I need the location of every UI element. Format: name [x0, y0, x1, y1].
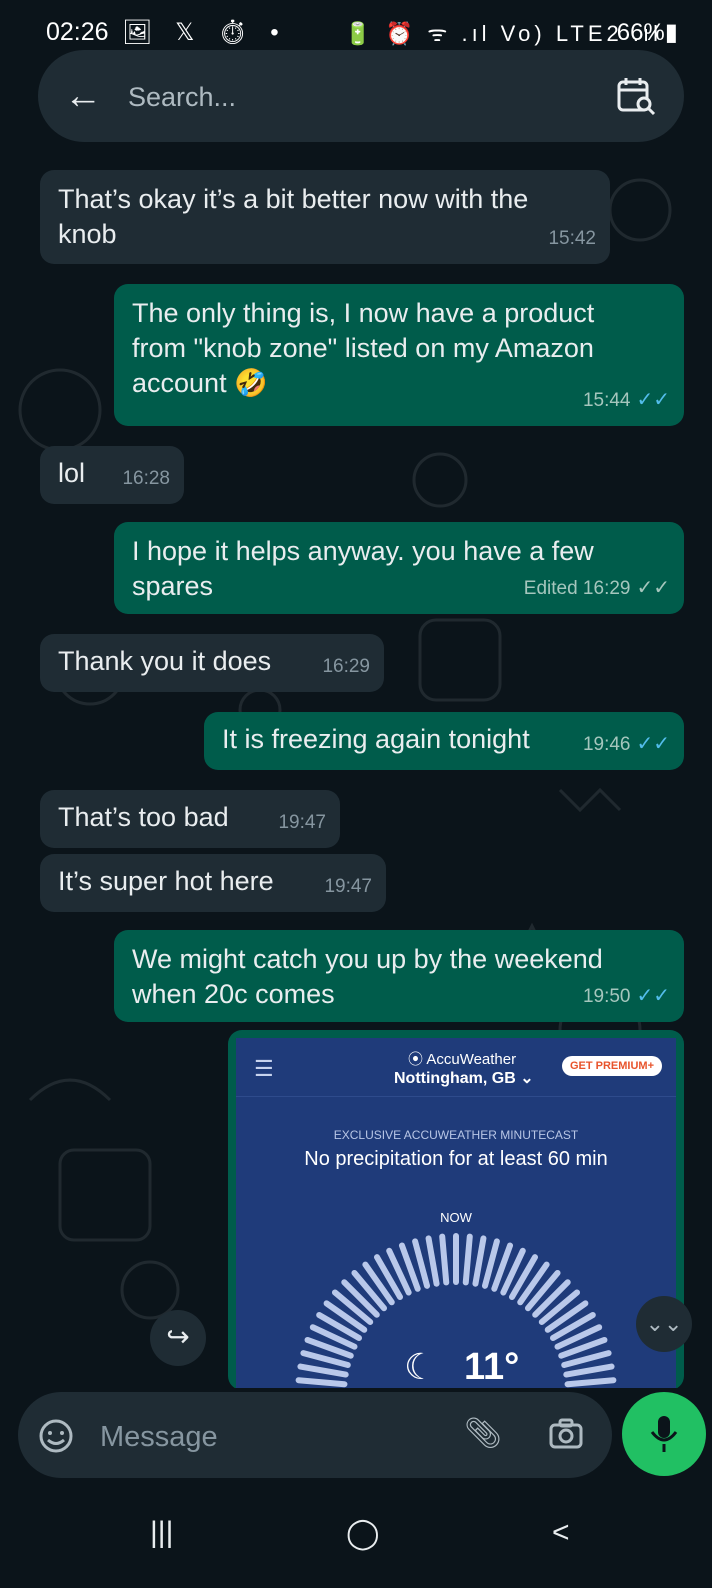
crescent-moon-icon: ☾ [404, 1346, 437, 1387]
forward-button[interactable]: ↪ [150, 1310, 206, 1366]
double-chevron-down-icon: ⌄⌄ [645, 1311, 683, 1336]
message-input[interactable] [98, 1416, 442, 1458]
message-input-bar: 📎︎ [18, 1392, 612, 1478]
hamburger-icon: ☰ [254, 1056, 274, 1081]
message-meta: 19:50 ✓✓ [583, 979, 670, 1014]
message-bubble-outgoing[interactable]: We might catch you up by the weekend whe… [114, 930, 684, 1022]
forward-icon: ↪ [166, 1321, 190, 1352]
microphone-icon [650, 1416, 678, 1452]
dial-tick [563, 1363, 615, 1378]
dial-tick [295, 1377, 348, 1388]
message-bubble-outgoing[interactable]: I hope it helps anyway. you have a few s… [114, 522, 684, 614]
read-ticks-icon: ✓✓ [636, 733, 670, 755]
home-button[interactable]: ◯ [346, 1516, 380, 1551]
minutecast-dial [295, 1233, 617, 1388]
search-input[interactable] [126, 76, 580, 118]
message-bubble-incoming[interactable]: It’s super hot here 19:47 [40, 854, 386, 912]
calendar-search-icon[interactable] [614, 74, 658, 118]
dial-tick [532, 1279, 571, 1318]
message-time: 19:50 [582, 986, 631, 1007]
dial-tick [462, 1233, 473, 1286]
weather-topbar: ☰ ⦿ AccuWeather Nottingham, GB ⌄ GET PRE… [236, 1038, 676, 1097]
read-ticks-icon: ✓✓ [636, 389, 670, 411]
delivered-ticks-icon: ✓✓ [636, 577, 670, 599]
camera-icon[interactable] [548, 1416, 584, 1452]
system-nav-bar: ||| ◯ < [0, 1480, 712, 1588]
message-bubble-incoming[interactable]: That’s okay it’s a bit better now with t… [40, 170, 610, 264]
chat-area[interactable]: That’s okay it’s a bit better now with t… [0, 150, 712, 1388]
read-ticks-icon: ✓✓ [636, 985, 670, 1007]
weather-brand: ⦿ AccuWeather [408, 1051, 517, 1068]
status-time: 02:26 [46, 18, 109, 46]
message-time: Edited 16:29 [523, 578, 631, 599]
paperclip-icon[interactable]: 📎︎ [464, 1416, 502, 1451]
dial-tick [341, 1279, 380, 1318]
recents-button[interactable]: ||| [150, 1516, 173, 1550]
image-message[interactable]: ☰ ⦿ AccuWeather Nottingham, GB ⌄ GET PRE… [228, 1030, 684, 1388]
back-arrow-icon[interactable]: ← [64, 76, 102, 116]
message-text: That’s okay it’s a bit better now with t… [58, 184, 529, 249]
battery-level: 66%▮ [616, 19, 678, 46]
message-time: 16:28 [122, 468, 170, 489]
premium-badge: GET PREMIUM+ [561, 1056, 662, 1076]
message-time: 16:29 [322, 656, 370, 677]
dial-tick [439, 1233, 450, 1286]
message-bubble-incoming[interactable]: lol 16:28 [40, 446, 184, 504]
weather-location: Nottingham, GB ⌄ [394, 1070, 534, 1087]
message-meta: 15:44 ✓✓ [583, 383, 670, 418]
temperature: 11° [464, 1346, 520, 1388]
weather-screenshot: ☰ ⦿ AccuWeather Nottingham, GB ⌄ GET PRE… [236, 1038, 676, 1388]
dial-tick [331, 1289, 374, 1326]
search-header: ← [38, 50, 684, 142]
voice-record-button[interactable] [622, 1392, 706, 1476]
message-bubble-incoming[interactable]: Thank you it does 16:29 [40, 634, 384, 692]
minutecast-label: EXCLUSIVE ACCUWEATHER MINUTECAST [333, 1128, 579, 1142]
dial-tick [297, 1363, 349, 1378]
dial-tick [425, 1235, 440, 1287]
message-time: 19:47 [278, 812, 326, 833]
message-meta: 19:46 ✓✓ [583, 727, 670, 762]
dial-tick [524, 1269, 561, 1312]
message-bubble-outgoing[interactable]: It is freezing again tonight 19:46 ✓✓ [204, 712, 684, 770]
message-meta: Edited 16:29 ✓✓ [524, 571, 670, 606]
back-button[interactable]: < [552, 1516, 570, 1550]
sticker-icon[interactable] [38, 1418, 74, 1454]
message-time: 19:46 [582, 734, 631, 755]
dial-tick [351, 1269, 388, 1312]
message-time: 15:44 [582, 390, 631, 411]
message-bubble-outgoing[interactable]: The only thing is, I now have a product … [114, 284, 684, 426]
notification-icons: 🖼 𝕏 ⏱ • [122, 19, 287, 46]
system-status-icons: 🔋 ⏰ ᯤ .ıl Vo) LTE2 .ıl [344, 21, 662, 46]
scroll-to-bottom-button[interactable]: ⌄⌄ [636, 1296, 692, 1352]
message-bubble-incoming[interactable]: That’s too bad 19:47 [40, 790, 340, 848]
dial-tick [564, 1377, 617, 1388]
dial-tick [472, 1235, 487, 1287]
message-time: 19:47 [324, 876, 372, 897]
dial-tick [538, 1289, 581, 1326]
message-time: 15:42 [548, 228, 596, 249]
precipitation-text: No precipitation for at least 60 min [304, 1148, 608, 1170]
